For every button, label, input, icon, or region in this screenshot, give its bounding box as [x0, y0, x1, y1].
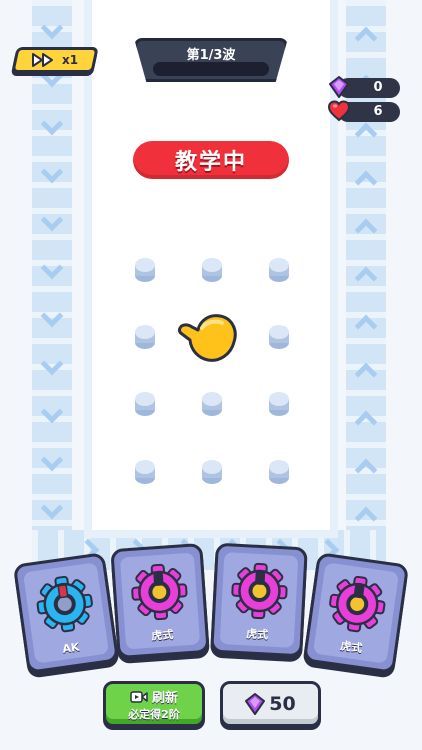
- tower-card[interactable]: 虎式: [210, 542, 308, 658]
- tower-slot[interactable]: [135, 460, 155, 484]
- heart-icon: [328, 100, 350, 122]
- tower-slot[interactable]: [269, 258, 289, 282]
- speed-toggle-button[interactable]: x1: [11, 47, 99, 73]
- tower-slot[interactable]: [202, 258, 222, 282]
- game-stage: x1 第1/3波 0 6 教学中 AK 虎式 虎式 虎式 刷新 必定得2阶 50: [0, 0, 422, 750]
- refresh-label: 刷新: [151, 691, 178, 706]
- tower-slot[interactable]: [202, 460, 222, 484]
- refresh-cards-button[interactable]: 刷新 必定得2阶: [103, 681, 205, 727]
- gem-purchase-button[interactable]: 50: [220, 681, 321, 727]
- tower-slot[interactable]: [135, 258, 155, 282]
- wave-progress-bar: [153, 62, 269, 76]
- tower-slot[interactable]: [269, 460, 289, 484]
- health-count: 6: [373, 104, 383, 119]
- tower-slot[interactable]: [269, 392, 289, 416]
- gem-icon: [245, 693, 266, 715]
- gem-counter: 0: [329, 76, 400, 98]
- gear-tower-icon: [131, 563, 188, 621]
- tower-slot[interactable]: [135, 392, 155, 416]
- gem-cost: 50: [269, 693, 296, 715]
- tower-slot[interactable]: [135, 325, 155, 349]
- tower-slot[interactable]: [202, 392, 222, 416]
- tower-card[interactable]: 虎式: [302, 552, 410, 674]
- tower-card[interactable]: 虎式: [110, 542, 210, 660]
- wave-title: 第1/3波: [186, 48, 236, 63]
- tower-card[interactable]: AK: [12, 552, 120, 674]
- tutorial-banner: 教学中: [133, 141, 289, 179]
- wave-panel: 第1/3波: [134, 38, 288, 82]
- speed-label: x1: [61, 53, 79, 67]
- gear-tower-icon: [36, 575, 93, 633]
- gear-tower-icon: [329, 575, 386, 633]
- refresh-guarantee-label: 必定得2阶: [128, 708, 180, 721]
- tutorial-pointer-icon: [177, 314, 237, 362]
- gem-icon: [329, 76, 349, 98]
- tutorial-banner-text: 教学中: [174, 150, 247, 175]
- gear-tower-icon: [231, 562, 288, 620]
- video-ad-icon: [130, 690, 148, 703]
- fast-forward-icon: [31, 53, 53, 67]
- gem-count: 0: [373, 80, 383, 95]
- tower-slot[interactable]: [269, 325, 289, 349]
- health-counter: 6: [328, 100, 400, 122]
